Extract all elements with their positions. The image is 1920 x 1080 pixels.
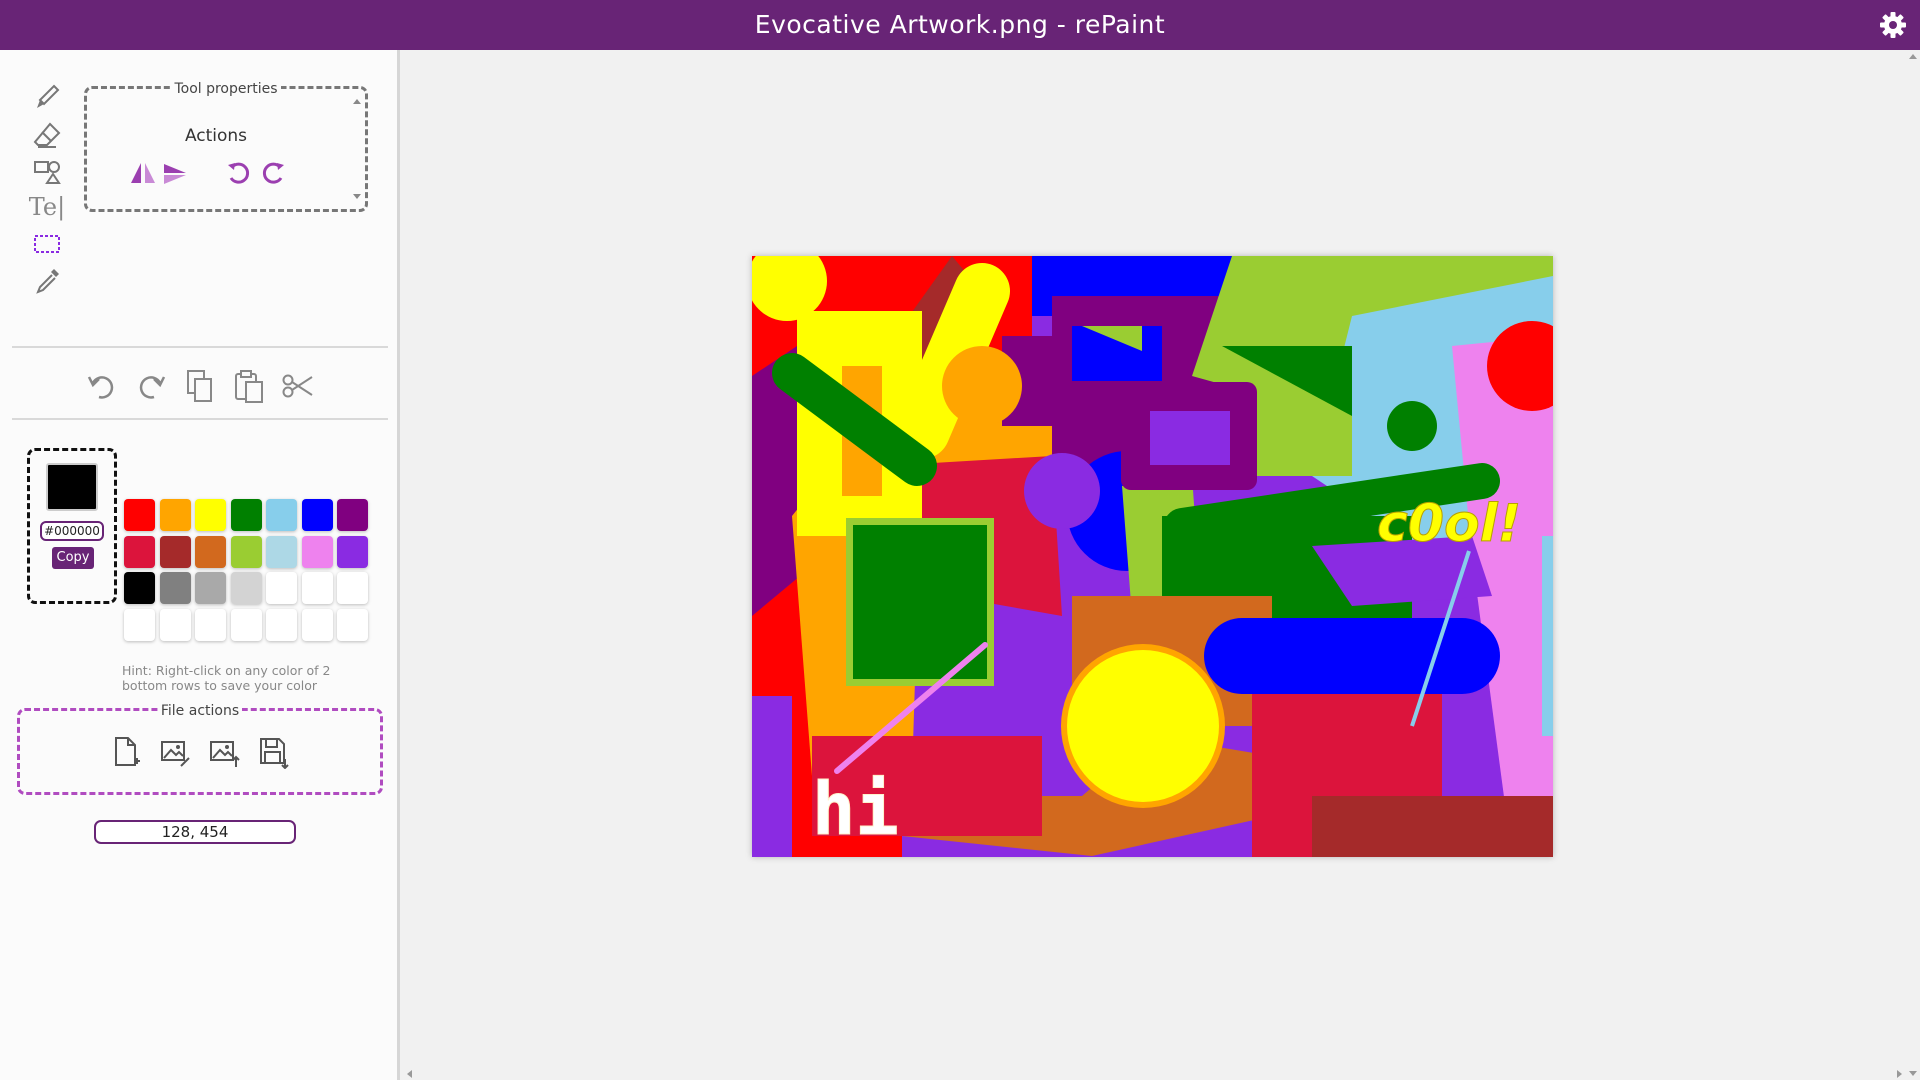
palette-swatch[interactable] bbox=[230, 572, 262, 604]
palette-swatch[interactable] bbox=[159, 572, 191, 604]
hex-color-field[interactable]: #000000 bbox=[40, 521, 104, 541]
palette-swatch[interactable] bbox=[195, 535, 226, 568]
rect-select-icon[interactable] bbox=[30, 227, 64, 261]
copy-icon[interactable] bbox=[183, 367, 217, 405]
palette-swatch[interactable] bbox=[124, 499, 155, 531]
palette-swatch[interactable] bbox=[266, 535, 297, 568]
palette-swatch[interactable] bbox=[230, 535, 262, 568]
window-title: Evocative Artwork.png - rePaint bbox=[754, 10, 1166, 39]
eraser-icon[interactable] bbox=[30, 118, 64, 152]
gear-icon[interactable] bbox=[1878, 10, 1908, 40]
palette-swatch[interactable] bbox=[230, 499, 262, 531]
palette-swatch[interactable] bbox=[301, 535, 333, 568]
upload-image-icon[interactable] bbox=[208, 735, 240, 769]
palette-swatch[interactable] bbox=[230, 608, 262, 641]
current-color-swatch[interactable] bbox=[46, 463, 98, 511]
palette-swatch[interactable] bbox=[337, 499, 368, 531]
workspace: hi c0ol! bbox=[403, 50, 1920, 1080]
palette-swatch[interactable] bbox=[337, 608, 368, 641]
title-bar: Evocative Artwork.png - rePaint bbox=[0, 0, 1920, 50]
palette-swatch[interactable] bbox=[124, 608, 155, 641]
file-actions-legend: File actions bbox=[157, 703, 243, 719]
new-file-icon[interactable] bbox=[110, 735, 142, 769]
brush-icon[interactable] bbox=[30, 80, 64, 114]
drawing-canvas[interactable]: hi c0ol! bbox=[752, 256, 1553, 857]
palette-swatch[interactable] bbox=[301, 499, 333, 531]
palette-swatch[interactable] bbox=[195, 572, 226, 604]
horizontal-scrollbar[interactable] bbox=[403, 1068, 1920, 1080]
palette-swatch[interactable] bbox=[337, 535, 368, 568]
shapes-icon[interactable] bbox=[30, 154, 64, 188]
palette-swatch[interactable] bbox=[159, 608, 191, 641]
artwork-text-hi: hi bbox=[812, 767, 899, 851]
palette-swatch[interactable] bbox=[159, 535, 191, 568]
palette-swatch[interactable] bbox=[266, 572, 297, 604]
artwork-text-cool: c0ol! bbox=[1377, 494, 1521, 554]
tool-properties-legend: Tool properties bbox=[171, 81, 281, 97]
palette-swatch[interactable] bbox=[301, 572, 333, 604]
actions-label: Actions bbox=[184, 126, 248, 146]
divider bbox=[12, 346, 388, 348]
rotate-left-icon[interactable] bbox=[225, 159, 253, 187]
palette-swatch[interactable] bbox=[124, 572, 155, 604]
current-color-panel: #000000 Copy bbox=[27, 448, 117, 604]
divider bbox=[12, 418, 388, 420]
palette-swatch[interactable] bbox=[266, 608, 297, 641]
properties-scrollbar[interactable] bbox=[351, 93, 363, 205]
color-picker-icon[interactable] bbox=[30, 264, 64, 298]
rotate-right-icon[interactable] bbox=[259, 159, 287, 187]
copy-color-button[interactable]: Copy bbox=[52, 547, 94, 569]
flip-horizontal-icon[interactable] bbox=[129, 159, 157, 187]
redo-icon[interactable] bbox=[134, 367, 168, 405]
sidebar: Te| Tool properties Actions #000000 Copy… bbox=[0, 50, 400, 1080]
palette-swatch[interactable] bbox=[195, 608, 226, 641]
undo-icon[interactable] bbox=[85, 367, 119, 405]
palette-swatch[interactable] bbox=[159, 499, 191, 531]
palette-swatch[interactable] bbox=[195, 499, 226, 531]
tool-properties-panel: Tool properties Actions bbox=[84, 81, 368, 212]
palette-swatch[interactable] bbox=[266, 499, 297, 531]
flip-vertical-icon[interactable] bbox=[161, 159, 189, 187]
scissors-icon[interactable] bbox=[281, 367, 315, 405]
palette-hint: Hint: Right-click on any color of 2 bott… bbox=[122, 663, 331, 693]
palette-swatch[interactable] bbox=[301, 608, 333, 641]
palette-swatch[interactable] bbox=[337, 572, 368, 604]
edit-image-icon[interactable] bbox=[159, 735, 191, 769]
cursor-coordinates: 128, 454 bbox=[94, 820, 296, 844]
file-actions-panel: File actions bbox=[17, 703, 383, 795]
palette-swatch[interactable] bbox=[124, 535, 155, 568]
save-icon[interactable] bbox=[257, 735, 289, 770]
text-tool-icon[interactable]: Te| bbox=[29, 190, 65, 224]
paste-icon[interactable] bbox=[232, 367, 266, 405]
vertical-scrollbar[interactable] bbox=[1906, 50, 1920, 1080]
